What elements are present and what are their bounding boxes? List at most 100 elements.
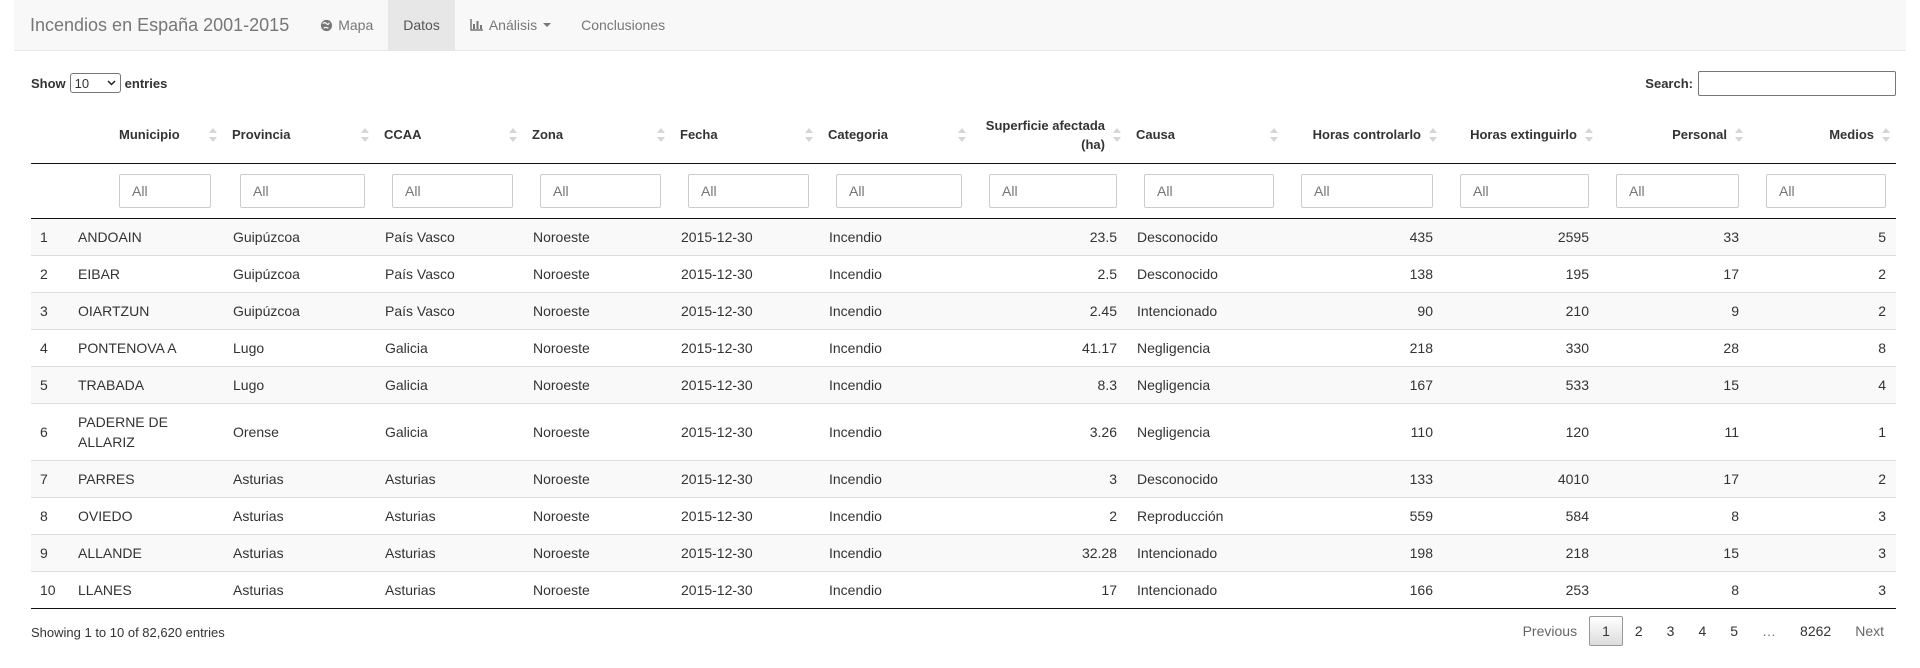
column-header-fecha[interactable]: Fecha bbox=[671, 107, 819, 164]
cell-horas-extinguirlo: 330 bbox=[1443, 328, 1599, 366]
table-controls: Show 10 entries Search: bbox=[31, 71, 1896, 99]
table-row[interactable]: 5 TRABADA Lugo Galicia Noroeste 2015-12-30 Inc… bbox=[31, 365, 1896, 403]
column-header-horas-controlarlo[interactable]: Horas controlarlo bbox=[1284, 107, 1443, 164]
table-row[interactable]: 10 LLANES Asturias Asturias Noroeste 2015-12-… bbox=[31, 570, 1896, 609]
column-header-horas-extinguirlo[interactable]: Horas extinguirlo bbox=[1443, 107, 1599, 164]
page-button-last[interactable]: 8262 bbox=[1788, 616, 1843, 646]
cell-provincia: Lugo bbox=[223, 365, 375, 403]
search-input[interactable] bbox=[1698, 71, 1896, 96]
previous-page-button[interactable]: Previous bbox=[1511, 616, 1589, 646]
chevron-down-icon bbox=[107, 80, 116, 86]
filter-input-personal[interactable] bbox=[1616, 173, 1739, 208]
cell-medios: 5 bbox=[1749, 218, 1896, 255]
cell-horas-extinguirlo: 584 bbox=[1443, 496, 1599, 534]
cell-superficie: 23.5 bbox=[972, 218, 1127, 255]
cell-superficie: 8.3 bbox=[972, 365, 1127, 403]
cell-fecha: 2015-12-30 bbox=[671, 496, 819, 534]
cell-medios: 3 bbox=[1749, 570, 1896, 609]
next-page-button[interactable]: Next bbox=[1843, 616, 1896, 646]
table-row[interactable]: 9 ALLANDE Asturias Asturias Noroeste 2015-12-… bbox=[31, 533, 1896, 571]
cell-causa: Intencionado bbox=[1127, 533, 1284, 571]
filter-input-horas-extinguirlo[interactable] bbox=[1460, 173, 1589, 208]
cell-ccaa: Galicia bbox=[375, 365, 523, 403]
tab-conclusiones[interactable]: Conclusiones bbox=[566, 0, 680, 50]
table-row[interactable]: 7 PARRES Asturias Asturias Noroeste 2015-12-3… bbox=[31, 459, 1896, 497]
filter-input-provincia[interactable] bbox=[240, 173, 365, 208]
cell-personal: 9 bbox=[1599, 291, 1749, 329]
cell-horas-controlarlo: 138 bbox=[1284, 254, 1443, 292]
column-header-municipio[interactable]: Municipio bbox=[66, 107, 223, 164]
filter-input-ccaa[interactable] bbox=[392, 173, 513, 208]
cell-horas-controlarlo: 218 bbox=[1284, 328, 1443, 366]
table-row[interactable]: 2 EIBAR Guipúzcoa País Vasco Noroeste 2015-12… bbox=[31, 254, 1896, 292]
cell-medios: 2 bbox=[1749, 459, 1896, 497]
page-button-1[interactable]: 1 bbox=[1589, 616, 1623, 646]
cell-ccaa: Galicia bbox=[375, 328, 523, 366]
cell-zona: Noroeste bbox=[523, 291, 671, 329]
filter-input-medios[interactable] bbox=[1766, 173, 1886, 208]
table-row[interactable]: 3 OIARTZUN Guipúzcoa País Vasco Noroeste 2015… bbox=[31, 291, 1896, 329]
cell-municipio: OIARTZUN bbox=[66, 291, 223, 329]
cell-row-index: 9 bbox=[31, 533, 66, 571]
column-header-ccaa[interactable]: CCAA bbox=[375, 107, 523, 164]
cell-horas-extinguirlo: 2595 bbox=[1443, 218, 1599, 255]
table-row[interactable]: 6 PADERNE DE ALLARIZ Orense Galicia Noroeste… bbox=[31, 402, 1896, 460]
table-row[interactable]: 1 ANDOAIN Guipúzcoa País Vasco Noroeste 2015-… bbox=[31, 218, 1896, 255]
cell-zona: Noroeste bbox=[523, 496, 671, 534]
filter-input-municipio[interactable] bbox=[119, 173, 211, 208]
cell-categoria: Incendio bbox=[819, 328, 972, 366]
filter-input-fecha[interactable] bbox=[688, 173, 809, 208]
cell-horas-extinguirlo: 533 bbox=[1443, 365, 1599, 403]
column-header-personal[interactable]: Personal bbox=[1599, 107, 1749, 164]
tab-mapa[interactable]: Mapa bbox=[305, 0, 388, 50]
column-header-categoria[interactable]: Categoria bbox=[819, 107, 972, 164]
length-control: Show 10 entries bbox=[31, 73, 167, 93]
table-row[interactable]: 4 PONTENOVA A Lugo Galicia Noroeste 2015-12-3… bbox=[31, 328, 1896, 366]
column-header-zona[interactable]: Zona bbox=[523, 107, 671, 164]
cell-personal: 15 bbox=[1599, 365, 1749, 403]
page-button-5[interactable]: 5 bbox=[1718, 616, 1750, 646]
cell-causa: Negligencia bbox=[1127, 402, 1284, 460]
cell-zona: Noroeste bbox=[523, 365, 671, 403]
filter-input-horas-controlarlo[interactable] bbox=[1301, 173, 1433, 208]
cell-ccaa: Asturias bbox=[375, 496, 523, 534]
page-button-2[interactable]: 2 bbox=[1623, 616, 1655, 646]
column-header-causa[interactable]: Causa bbox=[1127, 107, 1284, 164]
entries-per-page-select[interactable]: 10 bbox=[69, 73, 121, 93]
cell-zona: Noroeste bbox=[523, 218, 671, 255]
column-header-medios[interactable]: Medios bbox=[1749, 107, 1896, 164]
cell-zona: Noroeste bbox=[523, 459, 671, 497]
search-label: Search: bbox=[1645, 76, 1693, 91]
cell-zona: Noroeste bbox=[523, 570, 671, 609]
cell-horas-extinguirlo: 195 bbox=[1443, 254, 1599, 292]
pagination-ellipsis: … bbox=[1762, 623, 1777, 639]
sort-icon bbox=[958, 127, 966, 142]
column-header-superficie[interactable]: Superficie afectada (ha) bbox=[972, 107, 1127, 164]
filter-input-causa[interactable] bbox=[1144, 173, 1274, 208]
cell-row-index: 10 bbox=[31, 570, 66, 609]
table-info: Showing 1 to 10 of 82,620 entries bbox=[31, 625, 225, 640]
cell-horas-extinguirlo: 218 bbox=[1443, 533, 1599, 571]
cell-provincia: Asturias bbox=[223, 570, 375, 609]
tab-analisis-dropdown[interactable]: Análisis bbox=[455, 0, 566, 50]
filter-input-zona[interactable] bbox=[540, 173, 661, 208]
cell-zona: Noroeste bbox=[523, 254, 671, 292]
table-row[interactable]: 8 OVIEDO Asturias Asturias Noroeste 2015-12-3… bbox=[31, 496, 1896, 534]
cell-horas-controlarlo: 110 bbox=[1284, 402, 1443, 460]
cell-medios: 4 bbox=[1749, 365, 1896, 403]
filter-input-categoria[interactable] bbox=[836, 173, 962, 208]
cell-horas-extinguirlo: 4010 bbox=[1443, 459, 1599, 497]
cell-fecha: 2015-12-30 bbox=[671, 533, 819, 571]
column-header-provincia[interactable]: Provincia bbox=[223, 107, 375, 164]
cell-zona: Noroeste bbox=[523, 402, 671, 460]
cell-ccaa: País Vasco bbox=[375, 291, 523, 329]
cell-fecha: 2015-12-30 bbox=[671, 459, 819, 497]
page-button-3[interactable]: 3 bbox=[1655, 616, 1687, 646]
cell-row-index: 8 bbox=[31, 496, 66, 534]
page-button-4[interactable]: 4 bbox=[1686, 616, 1718, 646]
filter-input-superficie[interactable] bbox=[989, 173, 1117, 208]
cell-ccaa: Asturias bbox=[375, 533, 523, 571]
app-title[interactable]: Incendios en España 2001-2015 bbox=[14, 0, 305, 50]
sort-icon bbox=[1735, 127, 1743, 142]
tab-datos[interactable]: Datos bbox=[388, 0, 455, 50]
